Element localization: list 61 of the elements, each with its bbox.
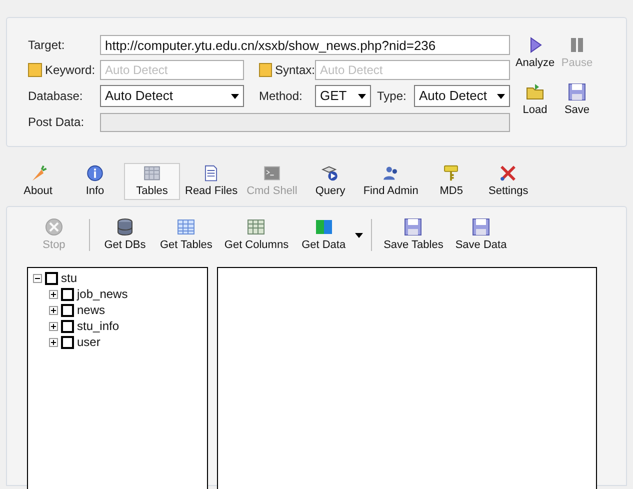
dropdown[interactable]: GET [315,85,371,107]
field-label: Keyword: [45,62,96,79]
expand-icon[interactable] [49,322,58,330]
dropdown[interactable]: Auto Detect [100,85,244,107]
keyword-field[interactable]: Auto Detect [100,60,244,80]
checkbox[interactable] [61,320,74,332]
tab[interactable]: Info [67,163,123,200]
caret-icon [231,94,239,98]
tree-item[interactable]: stu_info [77,320,120,332]
tab[interactable]: Tables [124,163,180,200]
expand-icon[interactable] [49,290,58,298]
toolbar-button[interactable]: Analyze [516,35,554,72]
expand-icon[interactable] [49,306,58,314]
field-label: Method: [259,88,304,105]
toolbar-button[interactable]: Get Columns [220,216,293,254]
tools-icon [498,164,518,182]
toolbar-button[interactable]: Get Data [296,216,351,254]
toolbar-button[interactable]: Load [516,82,554,118]
tab[interactable]: Query [302,163,358,200]
tree-item[interactable]: job_news [77,288,128,300]
field-label: Syntax: [274,62,315,79]
dropdown[interactable]: Auto Detect [414,85,510,107]
info-icon [85,164,105,182]
checkbox[interactable] [61,288,74,300]
tab[interactable]: Find Admin [359,163,422,200]
field-label: Type: [377,88,408,105]
expand-icon[interactable] [49,338,58,346]
columns-icon [246,216,266,237]
toolbar-button[interactable]: Save Tables [380,216,448,254]
grid-icon [176,216,196,237]
table-icon [142,164,162,182]
field-label: Database: [28,88,84,105]
terminal-icon [262,164,282,182]
database-icon [115,216,135,237]
checkbox[interactable] [259,63,272,77]
checkbox[interactable] [45,272,58,284]
syntax-field[interactable]: Auto Detect [315,60,510,80]
tree-item[interactable]: news [77,304,106,316]
toolbar-button[interactable]: Save Data [451,216,511,254]
tree-item[interactable]: stu [61,272,78,284]
stop-icon [44,216,64,237]
tab[interactable]: Read Files [181,163,242,200]
checkbox[interactable] [28,63,42,77]
toolbar-button[interactable]: Save [558,82,596,118]
tab[interactable]: MD5 [423,163,480,200]
checkbox[interactable] [61,304,74,316]
tab[interactable]: Settings [480,163,536,200]
folder-icon [525,82,545,102]
query-icon [320,164,340,182]
collapse-icon[interactable] [33,274,42,282]
field-label: Post Data: [28,114,86,131]
toolbar-button[interactable]: Get Tables [156,216,216,254]
toolbar-button[interactable]: Get DBs [98,216,152,254]
caret-icon[interactable] [354,232,363,238]
caret-icon [358,94,366,98]
target-field[interactable]: http://computer.ytu.edu.cn/xsxb/show_news.php?nid=236 [100,35,510,55]
field-label: Target: [28,37,66,54]
tab[interactable]: About [10,163,66,200]
checkbox[interactable] [61,336,74,348]
tree-item[interactable]: user [77,336,100,348]
caret-icon [497,94,505,98]
